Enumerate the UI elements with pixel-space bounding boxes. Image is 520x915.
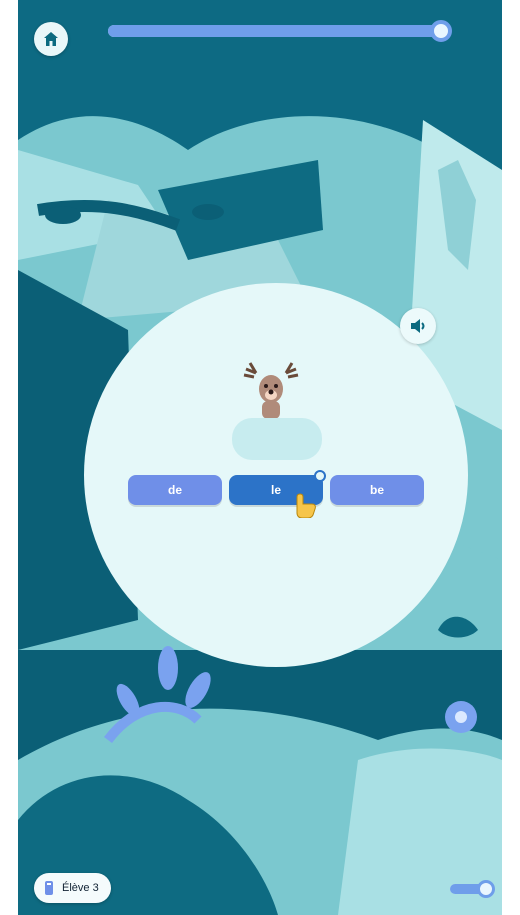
pointer-hand-icon — [296, 493, 316, 518]
home-button[interactable] — [34, 22, 68, 56]
student-icon — [45, 881, 53, 895]
choice-label: be — [369, 483, 384, 497]
choice-button-de[interactable]: de — [128, 475, 222, 505]
volume-slider[interactable] — [450, 880, 495, 898]
progress-fill — [108, 25, 442, 37]
deer-icon — [243, 362, 299, 419]
volume-knob[interactable] — [476, 880, 495, 898]
student-button[interactable]: Élève 3 — [34, 873, 111, 903]
answer-slot[interactable] — [232, 418, 322, 460]
student-label: Élève 3 — [62, 882, 99, 894]
progress-bar — [108, 20, 453, 42]
audio-button[interactable] — [400, 308, 436, 344]
home-icon — [44, 32, 58, 46]
app-frame: de le be Élève 3 — [18, 0, 502, 915]
choice-button-be[interactable]: be — [330, 475, 424, 505]
choice-label: le — [270, 483, 281, 497]
selection-badge — [314, 470, 326, 482]
speaker-icon — [411, 319, 425, 333]
choice-label: de — [167, 483, 182, 497]
